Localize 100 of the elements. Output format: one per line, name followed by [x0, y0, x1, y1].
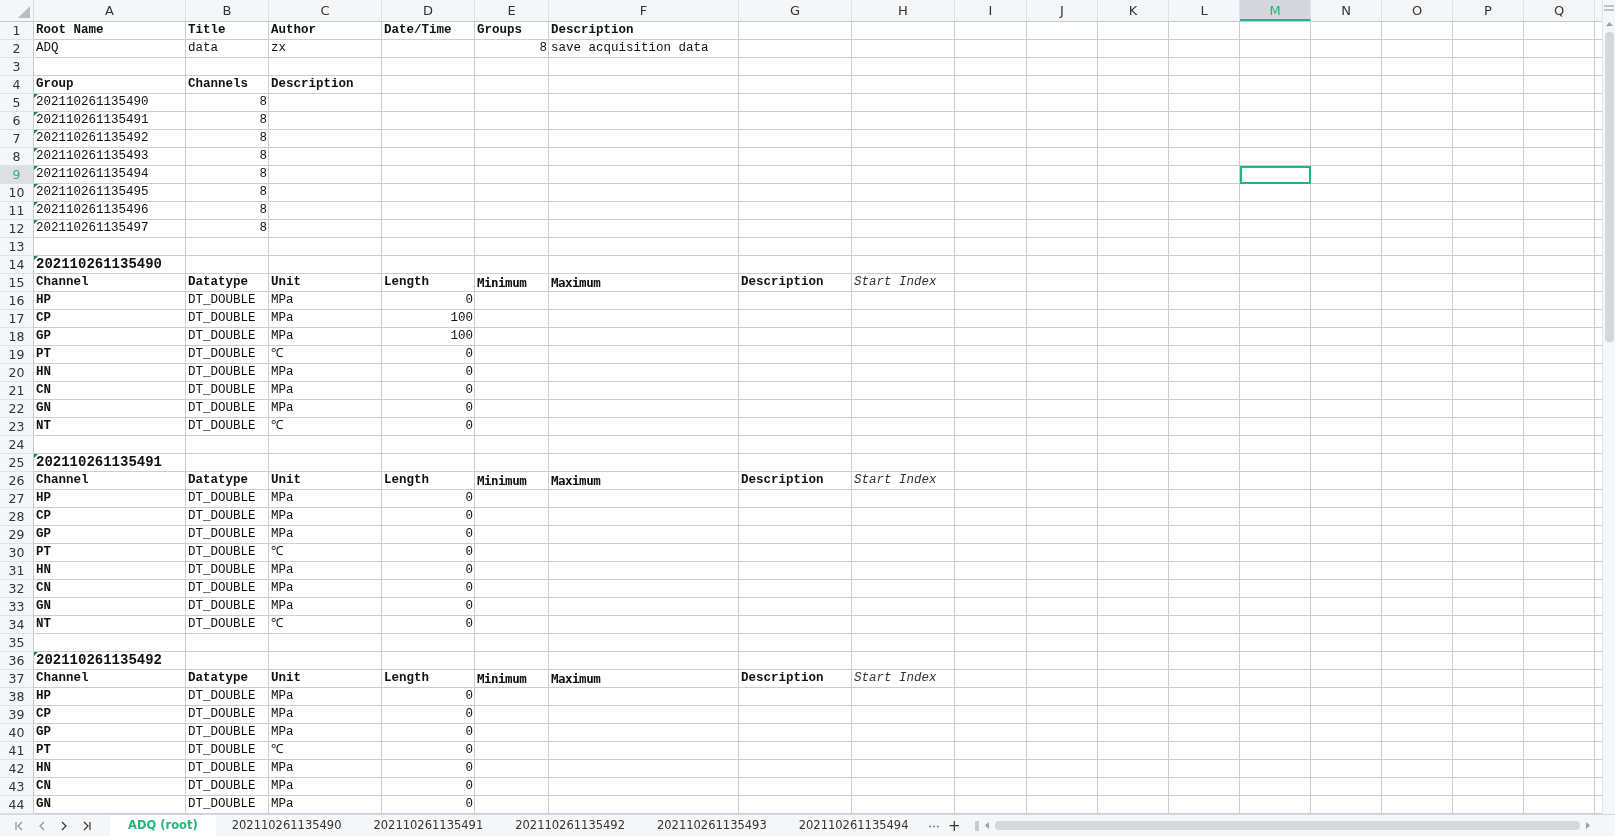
sheet-tab[interactable]: 202110261135491 — [357, 815, 500, 836]
row-header[interactable]: 12 — [0, 220, 34, 238]
table-cell-text: GP — [35, 724, 52, 741]
table-cell-text: Datatype — [187, 472, 249, 489]
scroll-left-icon[interactable] — [984, 822, 989, 829]
row-header[interactable]: 11 — [0, 202, 34, 220]
column-header[interactable]: C — [269, 0, 382, 21]
previous-sheet-icon[interactable] — [38, 820, 46, 831]
row-header[interactable]: 37 — [0, 670, 34, 688]
column-header[interactable]: G — [739, 0, 852, 21]
column-header[interactable]: D — [382, 0, 475, 21]
column-header[interactable]: O — [1382, 0, 1453, 21]
table-cell-text: PT — [35, 346, 52, 363]
table-cell-text: DT_DOUBLE — [187, 580, 257, 597]
row-header[interactable]: 22 — [0, 400, 34, 418]
column-header[interactable]: H — [852, 0, 955, 21]
row-header[interactable]: 13 — [0, 238, 34, 256]
row-header[interactable]: 18 — [0, 328, 34, 346]
table-cell-text: data — [187, 40, 219, 57]
table-cell-text: 8 — [258, 166, 268, 183]
row-header[interactable]: 21 — [0, 382, 34, 400]
row-header[interactable]: 41 — [0, 742, 34, 760]
row-header[interactable]: 26 — [0, 472, 34, 490]
row-header[interactable]: 35 — [0, 634, 34, 652]
sheet-tab[interactable]: 202110261135492 — [499, 815, 641, 836]
row-header[interactable]: 43 — [0, 778, 34, 796]
row-header[interactable]: 32 — [0, 580, 34, 598]
scroll-up-icon[interactable] — [1605, 22, 1613, 26]
row-header[interactable]: 31 — [0, 562, 34, 580]
more-tabs-button[interactable]: ⋯ — [928, 818, 940, 833]
table-cell-text: DT_DOUBLE — [187, 706, 257, 723]
table-cell-text: DT_DOUBLE — [187, 292, 257, 309]
column-header[interactable]: I — [955, 0, 1027, 21]
next-sheet-icon[interactable] — [60, 820, 68, 831]
scroll-thumb[interactable] — [994, 821, 1580, 830]
row-header[interactable]: 34 — [0, 616, 34, 634]
table-cell-text: Author — [270, 22, 317, 39]
splitter-icon[interactable] — [974, 820, 979, 831]
table-cell-text: MPa — [270, 292, 295, 309]
row-header[interactable]: 1 — [0, 22, 34, 40]
column-header[interactable]: B — [186, 0, 269, 21]
table-cell-text: DT_DOUBLE — [187, 328, 257, 345]
row-header[interactable]: 40 — [0, 724, 34, 742]
row-header[interactable]: 23 — [0, 418, 34, 436]
row-header[interactable]: 19 — [0, 346, 34, 364]
row-header[interactable]: 20 — [0, 364, 34, 382]
column-header[interactable]: K — [1098, 0, 1169, 21]
table-cell-text: 0 — [464, 526, 474, 543]
vertical-scrollbar[interactable] — [1602, 0, 1615, 814]
column-header[interactable]: F — [549, 0, 739, 21]
select-all-icon[interactable] — [18, 6, 30, 18]
table-cell-text: Groups — [476, 22, 523, 39]
row-header[interactable]: 28 — [0, 508, 34, 526]
scroll-right-icon[interactable] — [1585, 822, 1590, 829]
row-header[interactable]: 2 — [0, 40, 34, 58]
row-header[interactable]: 44 — [0, 796, 34, 814]
table-cell-text: 0 — [464, 562, 474, 579]
row-header[interactable]: 3 — [0, 58, 34, 76]
row-header[interactable]: 38 — [0, 688, 34, 706]
row-header[interactable]: 10 — [0, 184, 34, 202]
row-header[interactable]: 7 — [0, 130, 34, 148]
sheet-tab[interactable]: 202110261135493 — [640, 815, 783, 836]
table-cell-text: MPa — [270, 310, 295, 327]
column-header[interactable]: Q — [1524, 0, 1595, 21]
table-cell-text: 8 — [258, 220, 268, 237]
row-header[interactable]: 33 — [0, 598, 34, 616]
row-header[interactable]: 8 — [0, 148, 34, 166]
row-header[interactable]: 16 — [0, 292, 34, 310]
row-header[interactable]: 17 — [0, 310, 34, 328]
row-header[interactable]: 36 — [0, 652, 34, 670]
table-cell-text: Channel — [35, 274, 90, 291]
split-icon[interactable] — [1604, 5, 1614, 11]
table-cell-text: 0 — [464, 382, 474, 399]
first-sheet-icon[interactable] — [14, 820, 24, 831]
column-header[interactable]: P — [1453, 0, 1524, 21]
row-header[interactable]: 29 — [0, 526, 34, 544]
table-cell: 202110261135490 — [34, 94, 186, 112]
row-header[interactable]: 4 — [0, 76, 34, 94]
row-header[interactable]: 15 — [0, 274, 34, 292]
row-header[interactable]: 25 — [0, 454, 34, 472]
sheet-tab[interactable]: 202110261135490 — [215, 815, 358, 836]
row-header[interactable]: 27 — [0, 490, 34, 508]
selected-cell[interactable] — [1240, 166, 1311, 184]
row-header[interactable]: 39 — [0, 706, 34, 724]
row-header[interactable]: 5 — [0, 94, 34, 112]
column-header[interactable]: N — [1311, 0, 1382, 21]
table-cell-text: 100 — [449, 310, 474, 327]
sheet-tab[interactable]: 202110261135494 — [782, 815, 925, 836]
scroll-thumb[interactable] — [1604, 32, 1614, 342]
row-header[interactable]: 14 — [0, 256, 34, 274]
row-header[interactable]: 42 — [0, 760, 34, 778]
column-header[interactable]: A — [34, 0, 186, 21]
row-header[interactable]: 30 — [0, 544, 34, 562]
column-header[interactable]: J — [1027, 0, 1098, 21]
table-cell-text: DT_DOUBLE — [187, 490, 257, 507]
add-sheet-button[interactable]: + — [947, 816, 961, 835]
column-header[interactable]: E — [475, 0, 549, 21]
row-header[interactable]: 24 — [0, 436, 34, 454]
last-sheet-icon[interactable] — [82, 820, 92, 831]
row-header[interactable]: 6 — [0, 112, 34, 130]
